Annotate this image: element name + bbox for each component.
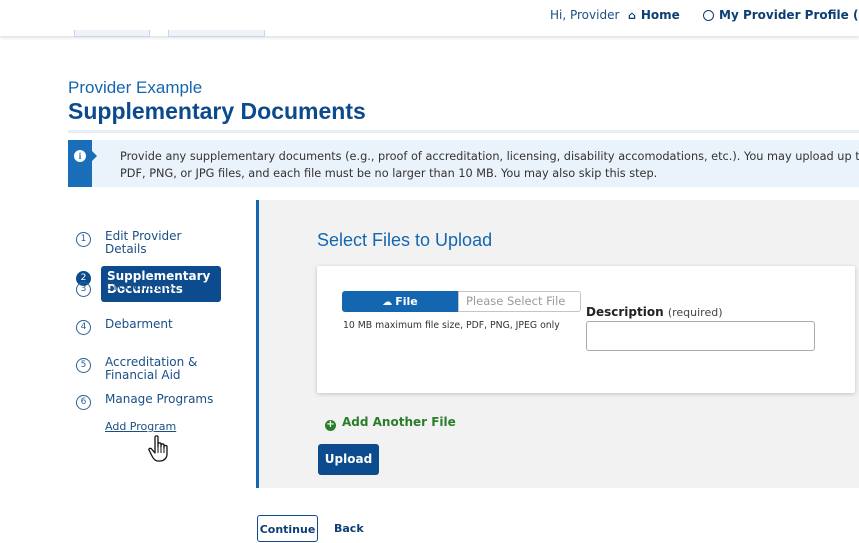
info-text: Provide any supplementary documents (e.g… — [120, 148, 859, 182]
add-another-file-link[interactable]: + Add Another File — [325, 415, 456, 431]
user-greeting: Hi, Provider — [550, 8, 620, 22]
add-file-label: Add Another File — [342, 415, 456, 429]
description-label-text: Description — [586, 305, 664, 319]
home-link[interactable]: ⌂ Home — [628, 8, 680, 22]
step-label: Accreditation & Financial Aid — [105, 355, 198, 382]
collapsed-tab-1[interactable] — [74, 30, 150, 37]
step-number: 4 — [76, 320, 91, 335]
title-divider — [68, 130, 859, 133]
info-icon: i — [74, 150, 86, 162]
home-icon: ⌂ — [628, 9, 636, 22]
profile-icon — [703, 10, 714, 21]
page-title: Supplementary Documents — [68, 98, 366, 124]
collapsed-tab-2[interactable] — [168, 30, 265, 37]
add-program-link[interactable]: Add Program — [105, 420, 176, 433]
info-text-line-1: Provide any supplementary documents (e.g… — [120, 150, 859, 163]
description-required-note: (required) — [667, 306, 723, 319]
file-size-hint: 10 MB maximum file size, PDF, PNG, JPEG … — [343, 320, 560, 331]
panel-left-border — [256, 200, 259, 398]
back-link[interactable]: Back — [334, 522, 364, 535]
plus-circle-icon: + — [325, 419, 336, 431]
home-link-label: Home — [640, 8, 680, 22]
step-label: Edit Provider Details — [105, 229, 182, 256]
hand-pointer-icon — [148, 435, 168, 462]
step-label: Debarment — [105, 317, 173, 331]
file-select-button[interactable]: ☁ File — [342, 291, 458, 312]
step-number: 1 — [76, 232, 91, 247]
info-banner-tab: i — [68, 140, 97, 187]
step-number: 6 — [76, 395, 91, 410]
overflow-menu-item[interactable]: ( — [853, 8, 858, 22]
description-label: Description (required) — [586, 305, 723, 319]
upload-button[interactable]: Upload — [318, 444, 379, 475]
provider-name: Provider Example — [68, 78, 203, 97]
step-number: 3 — [76, 282, 91, 297]
file-name-field[interactable]: Please Select File — [458, 291, 581, 312]
profile-link[interactable]: My Provider Profile — [703, 8, 849, 22]
info-banner: i Provide any supplementary documents (e… — [68, 140, 859, 187]
description-input[interactable] — [586, 321, 815, 351]
upload-section-title: Select Files to Upload — [317, 230, 493, 250]
step-number: 5 — [76, 358, 91, 373]
info-text-line-2: PDF, PNG, or JPG files, and each file mu… — [120, 167, 658, 180]
panel-left-border-bottom — [256, 398, 259, 488]
continue-button[interactable]: Continue — [257, 515, 318, 542]
cloud-upload-icon: ☁ — [382, 297, 393, 308]
step-label: Manage Programs — [105, 392, 214, 406]
step-label: Credentials — [105, 279, 174, 293]
file-button-label: File — [395, 295, 418, 308]
profile-link-label: My Provider Profile — [719, 8, 849, 22]
info-arrow — [92, 151, 97, 161]
